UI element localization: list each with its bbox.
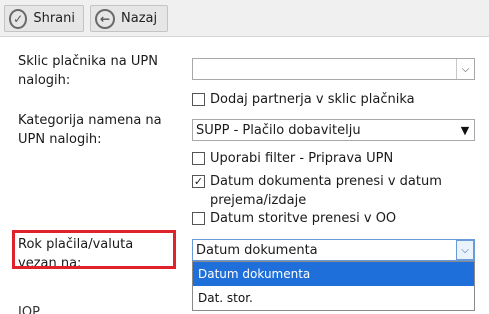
date-doc-checkbox[interactable]: ✓ Datum dokumenta prenesi v datum prejem…: [192, 172, 442, 210]
back-button[interactable]: ← Nazaj: [90, 5, 168, 32]
kategorija-label: Kategorija namena na UPN nalogih:: [18, 113, 162, 147]
date-service-checkbox[interactable]: Datum storitve prenesi v OO: [192, 209, 396, 228]
check-circle-icon: ✓: [9, 8, 28, 29]
date-doc-label: Datum dokumenta prenesi v datum prejema/…: [210, 172, 442, 210]
toolbar: ✓ Shrani ← Nazaj: [0, 0, 489, 37]
checkbox-box[interactable]: [192, 152, 205, 165]
sklic-combo[interactable]: ⌵: [192, 58, 475, 80]
back-button-label: Nazaj: [121, 11, 158, 26]
use-filter-checkbox[interactable]: Uporabi filter - Priprava UPN: [192, 149, 393, 168]
kategorija-select[interactable]: SUPP - Plačilo dobavitelju ▼: [192, 119, 475, 141]
save-button[interactable]: ✓ Shrani: [4, 5, 84, 32]
checkbox-box[interactable]: [192, 212, 205, 225]
caret-down-icon[interactable]: ▼: [456, 120, 474, 140]
chevron-down-icon[interactable]: ⌵: [456, 240, 474, 260]
use-filter-label: Uporabi filter - Priprava UPN: [210, 151, 394, 166]
date-doc-label-line2: prejema/izdaje: [210, 193, 307, 208]
add-partner-label: Dodaj partnerja v sklic plačnika: [210, 92, 415, 107]
dropdown-option[interactable]: Datum dokumenta: [193, 262, 474, 286]
checkmark-icon[interactable]: ✓: [192, 175, 205, 188]
arrow-left-circle-icon: ←: [95, 8, 115, 29]
chevron-down-icon[interactable]: ⌵: [456, 59, 474, 79]
sklic-label: Sklic plačnika na UPN nalogih:: [18, 54, 158, 88]
save-button-label: Shrani: [33, 11, 75, 26]
partial-row-label: IOP ...: [18, 305, 57, 314]
date-doc-label-line1: Datum dokumenta prenesi v datum: [210, 174, 442, 189]
dropdown-option[interactable]: Dat. stor.: [193, 286, 474, 310]
rok-dropdown-list[interactable]: Datum dokumenta Dat. stor.: [192, 261, 475, 311]
checkbox-box[interactable]: [192, 93, 205, 106]
date-service-label: Datum storitve prenesi v OO: [210, 211, 397, 226]
kategorija-value: SUPP - Plačilo dobavitelju: [196, 122, 361, 138]
rok-value: Datum dokumenta: [196, 242, 318, 258]
highlight-box: [12, 230, 176, 269]
add-partner-checkbox[interactable]: Dodaj partnerja v sklic plačnika: [192, 90, 415, 109]
rok-combo[interactable]: Datum dokumenta ⌵: [192, 239, 475, 261]
